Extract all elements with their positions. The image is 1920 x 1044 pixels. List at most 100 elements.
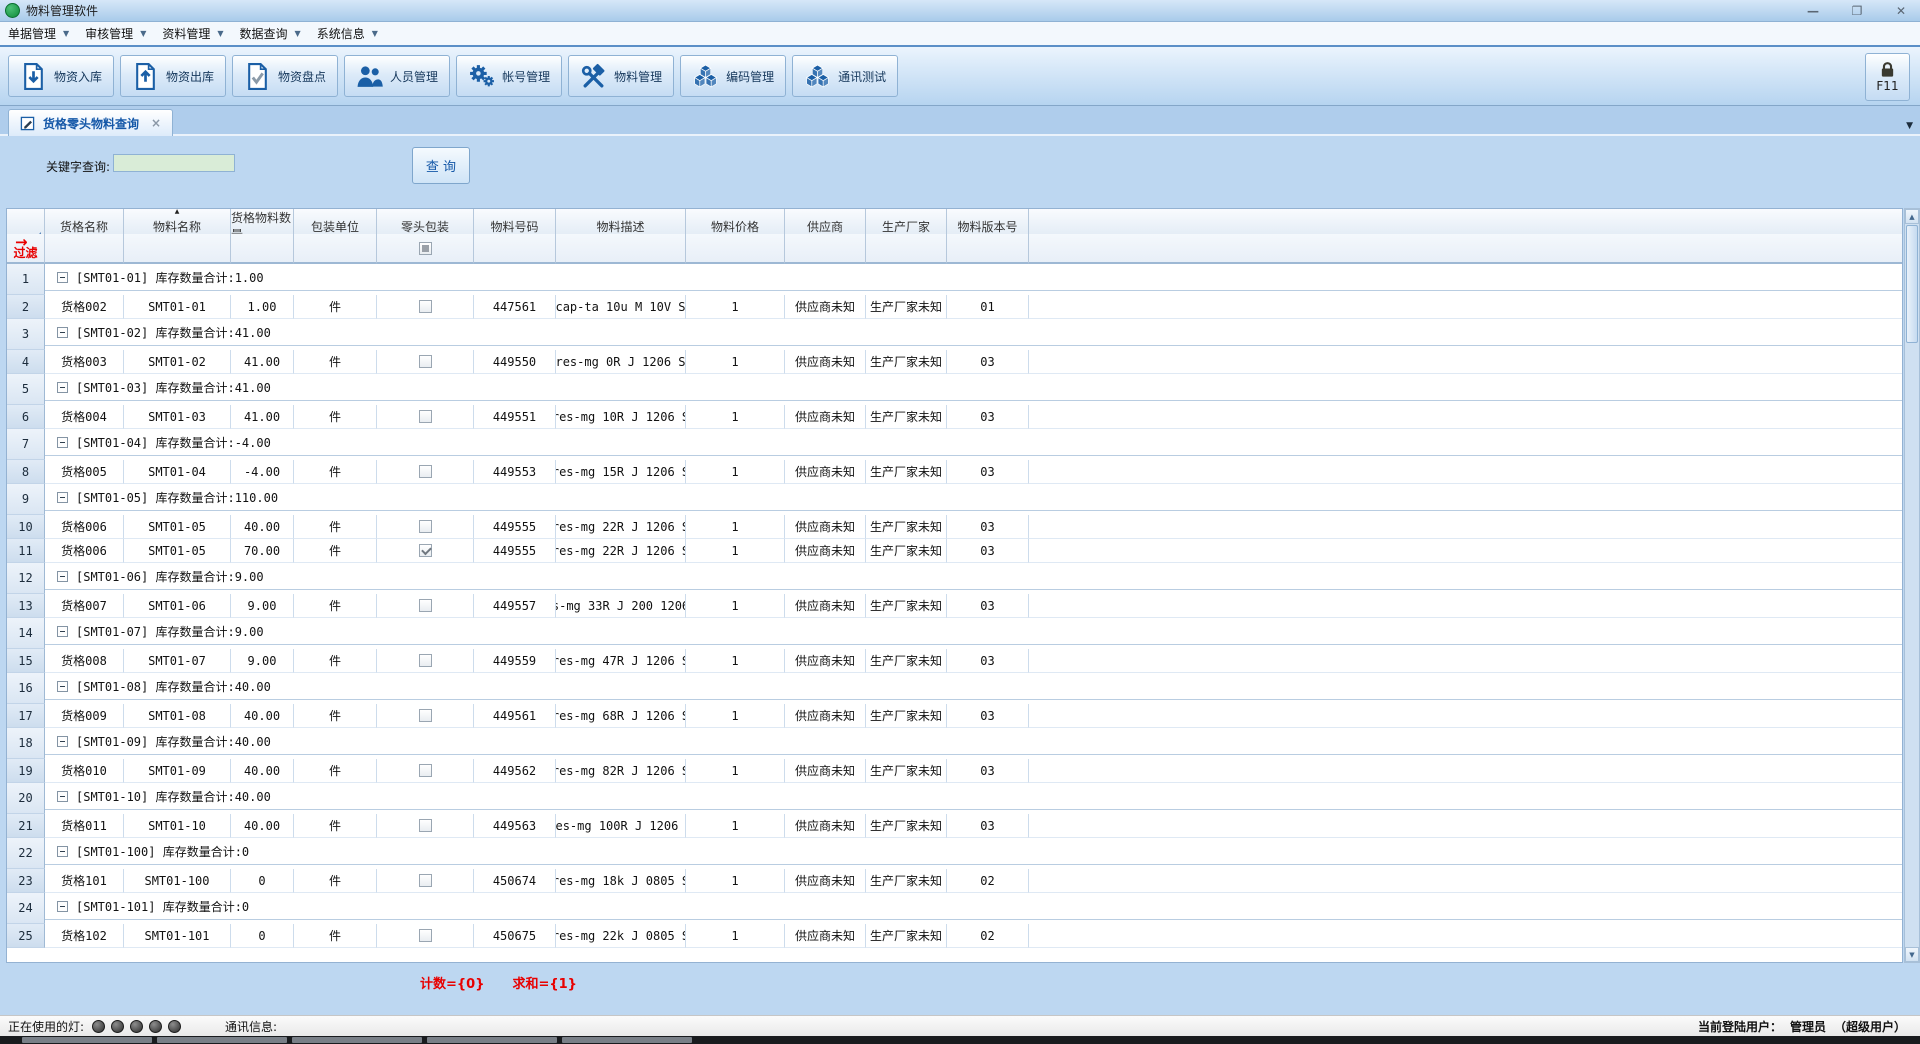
group-row[interactable]: 20[SMT01-10] 库存数量合计:40.00 [7,783,1902,814]
collapse-toggle[interactable] [57,382,68,393]
cell-supplier[interactable]: 供应商未知 [785,869,866,893]
lock-f11-button[interactable]: F11 [1865,53,1910,101]
menu-item-audit-mgmt[interactable]: 审核管理▼ [85,25,146,42]
cell-odd-package[interactable] [377,460,474,484]
table-row[interactable]: 2货格002SMT01-011.00件447561cap-ta 10u M 10… [7,295,1902,319]
odd-package-checkbox[interactable] [419,654,432,667]
collapse-toggle[interactable] [57,492,68,503]
cell-material-desc[interactable]: res-mg 22R J 1206 S [556,539,686,563]
cell-odd-package[interactable] [377,759,474,783]
table-row[interactable]: 19货格010SMT01-0940.00件449562res-mg 82R J … [7,759,1902,783]
cell-shelf-name[interactable]: 货格009 [45,704,124,728]
cell-material-price[interactable]: 1 [686,295,785,319]
cell-odd-package[interactable] [377,869,474,893]
cell-shelf-qty[interactable]: 0 [231,924,294,948]
cell-package-unit[interactable]: 件 [294,539,377,563]
cell-shelf-name[interactable]: 货格101 [45,869,124,893]
keyword-search-input[interactable] [113,154,235,172]
cell-package-unit[interactable]: 件 [294,515,377,539]
cell-material-version[interactable]: 03 [947,594,1029,618]
cell-material-name[interactable]: SMT01-04 [124,460,231,484]
filter-cell-package-unit[interactable] [294,234,377,264]
cell-material-desc[interactable]: res-mg 18k J 0805 S [556,869,686,893]
cell-manufacturer[interactable]: 生产厂家未知 [866,350,947,374]
cell-material-price[interactable]: 1 [686,594,785,618]
collapse-toggle[interactable] [57,846,68,857]
cell-shelf-qty[interactable]: 40.00 [231,759,294,783]
table-row[interactable]: 8货格005SMT01-04-4.00件449553res-mg 15R J 1… [7,460,1902,484]
cell-supplier[interactable]: 供应商未知 [785,295,866,319]
tab-close-icon[interactable]: × [151,116,161,130]
cell-material-desc[interactable]: res-mg 100R J 1206 S [556,814,686,838]
cell-manufacturer[interactable]: 生产厂家未知 [866,460,947,484]
table-row[interactable]: 4货格003SMT01-0241.00件449550res-mg 0R J 12… [7,350,1902,374]
group-row[interactable]: 12[SMT01-06] 库存数量合计:9.00 [7,563,1902,594]
cell-material-desc[interactable]: res-mg 47R J 1206 S [556,649,686,673]
cell-supplier[interactable]: 供应商未知 [785,460,866,484]
toolbar-comm-test-button[interactable]: 通讯测试 [792,55,898,97]
collapse-toggle[interactable] [57,327,68,338]
cell-material-price[interactable]: 1 [686,869,785,893]
cell-shelf-name[interactable]: 货格007 [45,594,124,618]
cell-supplier[interactable]: 供应商未知 [785,924,866,948]
taskbar-button[interactable] [562,1037,692,1043]
cell-material-version[interactable]: 02 [947,869,1029,893]
cell-supplier[interactable]: 供应商未知 [785,704,866,728]
cell-material-name[interactable]: SMT01-05 [124,515,231,539]
cell-material-desc[interactable]: res-mg 68R J 1206 S [556,704,686,728]
cell-manufacturer[interactable]: 生产厂家未知 [866,295,947,319]
cell-material-desc[interactable]: res-mg 15R J 1206 S [556,460,686,484]
odd-package-checkbox[interactable] [419,410,432,423]
cell-odd-package[interactable] [377,594,474,618]
cell-material-version[interactable]: 03 [947,515,1029,539]
cell-shelf-name[interactable]: 货格004 [45,405,124,429]
cell-supplier[interactable]: 供应商未知 [785,515,866,539]
cell-package-unit[interactable]: 件 [294,924,377,948]
odd-package-checkbox[interactable] [419,300,432,313]
cell-shelf-name[interactable]: 货格006 [45,539,124,563]
cell-shelf-qty[interactable]: 40.00 [231,814,294,838]
cell-material-version[interactable]: 03 [947,405,1029,429]
vertical-scrollbar[interactable]: ▲ ▼ [1904,208,1920,963]
toolbar-coding-mgmt-button[interactable]: 编码管理 [680,55,786,97]
filter-cell-shelf-name[interactable] [45,234,124,264]
cell-odd-package[interactable] [377,924,474,948]
cell-odd-package[interactable] [377,814,474,838]
cell-material-no[interactable]: 449550 [474,350,556,374]
cell-material-price[interactable]: 1 [686,649,785,673]
group-row[interactable]: 5[SMT01-03] 库存数量合计:41.00 [7,374,1902,405]
filter-cell-material-no[interactable] [474,234,556,264]
collapse-toggle[interactable] [57,626,68,637]
collapse-toggle[interactable] [57,437,68,448]
cell-material-version[interactable]: 03 [947,460,1029,484]
cell-material-price[interactable]: 1 [686,759,785,783]
cell-manufacturer[interactable]: 生产厂家未知 [866,869,947,893]
cell-package-unit[interactable]: 件 [294,759,377,783]
cell-odd-package[interactable] [377,515,474,539]
table-row[interactable]: 10货格006SMT01-0540.00件449555res-mg 22R J … [7,515,1902,539]
cell-manufacturer[interactable]: 生产厂家未知 [866,594,947,618]
group-row[interactable]: 7[SMT01-04] 库存数量合计:-4.00 [7,429,1902,460]
cell-supplier[interactable]: 供应商未知 [785,814,866,838]
toolbar-stock-take-button[interactable]: 物资盘点 [232,55,338,97]
cell-material-price[interactable]: 1 [686,924,785,948]
cell-material-desc[interactable]: res-mg 22R J 1206 S [556,515,686,539]
cell-material-name[interactable]: SMT01-05 [124,539,231,563]
filter-odd-package-checkbox[interactable] [419,242,432,255]
cell-material-name[interactable]: SMT01-06 [124,594,231,618]
cell-material-no[interactable]: 449563 [474,814,556,838]
cell-material-no[interactable]: 449551 [474,405,556,429]
cell-material-price[interactable]: 1 [686,405,785,429]
cell-shelf-name[interactable]: 货格011 [45,814,124,838]
cell-manufacturer[interactable]: 生产厂家未知 [866,405,947,429]
cell-package-unit[interactable]: 件 [294,649,377,673]
taskbar-button[interactable] [22,1037,152,1043]
group-row[interactable]: 1[SMT01-01] 库存数量合计:1.00 [7,264,1902,295]
cell-material-name[interactable]: SMT01-02 [124,350,231,374]
cell-material-price[interactable]: 1 [686,460,785,484]
cell-material-version[interactable]: 03 [947,539,1029,563]
cell-shelf-qty[interactable]: 9.00 [231,649,294,673]
cell-package-unit[interactable]: 件 [294,814,377,838]
cell-shelf-qty[interactable]: -4.00 [231,460,294,484]
group-row[interactable]: 22[SMT01-100] 库存数量合计:0 [7,838,1902,869]
